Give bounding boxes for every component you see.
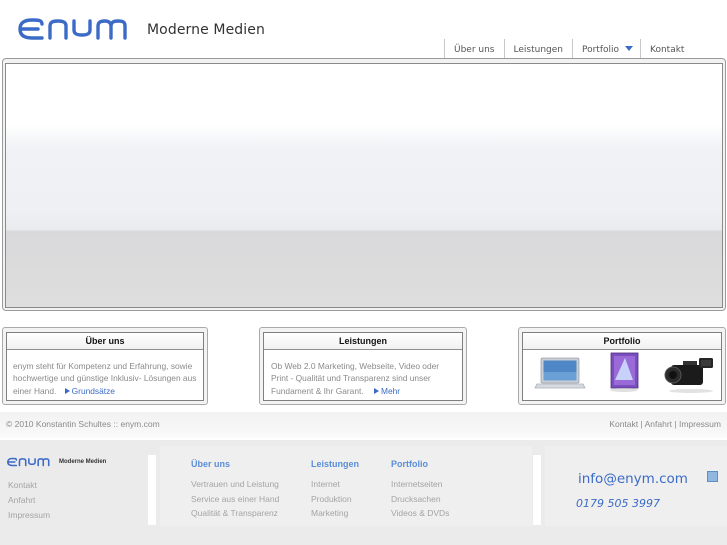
- copyright-text: © 2010 Konstantin Schultes :: enym.com: [6, 419, 160, 429]
- footer-link-anfahrt[interactable]: Anfahrt: [8, 493, 50, 508]
- about-box-title: Über uns: [7, 333, 203, 350]
- list-item[interactable]: Qualität & Transparenz: [191, 506, 279, 521]
- legal-link-kontakt[interactable]: Kontakt: [609, 419, 638, 429]
- footer-links: Kontakt Anfahrt Impressum: [8, 478, 50, 523]
- enym-logo[interactable]: [18, 17, 136, 41]
- footer-heading-leistungen[interactable]: Leistungen: [311, 459, 359, 469]
- footer-tagline: Moderne Medien: [59, 459, 107, 465]
- legal-separator: |: [672, 419, 679, 429]
- arrow-right-icon: [373, 387, 379, 394]
- list-item[interactable]: Drucksachen: [391, 492, 449, 507]
- mehr-link[interactable]: Mehr: [373, 385, 401, 396]
- nav-item-label: Portfolio: [581, 45, 620, 55]
- dvd-case-image: [610, 352, 639, 392]
- list-item[interactable]: Internetseiten: [391, 477, 449, 492]
- legal-link-anfahrt[interactable]: Anfahrt: [645, 419, 672, 429]
- footer-list-ueber-uns: Vertrauen und Leistung Service aus einer…: [191, 477, 279, 521]
- footer-link-kontakt[interactable]: Kontakt: [8, 478, 50, 493]
- about-box-text: enym steht für Kompetenz und Erfahrung, …: [7, 350, 203, 397]
- enym-logo-graphic: [7, 457, 50, 467]
- footer-divider: [148, 455, 156, 525]
- nav-item-label: Über uns: [454, 45, 495, 55]
- list-item[interactable]: Service aus einer Hand: [191, 492, 279, 507]
- legal-links: Kontakt | Anfahrt | Impressum: [609, 419, 721, 429]
- nav-item-label: Leistungen: [513, 45, 563, 55]
- footer-divider: [533, 455, 541, 525]
- list-item[interactable]: Videos & DVDs: [391, 506, 449, 521]
- footer-heading-ueber-uns[interactable]: Über uns: [191, 459, 230, 469]
- portfolio-thumbnails: [534, 352, 713, 393]
- footer-list-leistungen: Internet Produktion Marketing: [311, 477, 352, 521]
- chevron-down-icon: [625, 46, 634, 51]
- footer-logo[interactable]: Moderne Medien: [7, 457, 106, 467]
- services-box-title: Leistungen: [264, 333, 462, 350]
- services-box-description: Ob Web 2.0 Marketing, Webseite, Video od…: [271, 361, 440, 396]
- email-link[interactable]: info@enym.com: [578, 471, 688, 487]
- mehr-link-label: Mehr: [380, 385, 401, 396]
- about-box: Über uns enym steht für Kompetenz und Er…: [6, 332, 204, 401]
- footer-heading-portfolio[interactable]: Portfolio: [391, 459, 428, 469]
- enym-logo-graphic: [18, 18, 127, 40]
- list-item[interactable]: Internet: [311, 477, 352, 492]
- phone-number: 0179 505 3997: [576, 497, 660, 510]
- services-box: Leistungen Ob Web 2.0 Marketing, Webseit…: [263, 332, 463, 401]
- footer-list-portfolio: Internetseiten Drucksachen Videos & DVDs: [391, 477, 449, 521]
- grundsaetze-link[interactable]: Grundsätze: [64, 385, 115, 396]
- video-camera-image: [664, 358, 713, 393]
- arrow-right-icon: [64, 387, 70, 394]
- header-tagline: Moderne Medien: [147, 22, 265, 38]
- list-item[interactable]: Produktion: [311, 492, 352, 507]
- footer-link-impressum[interactable]: Impressum: [8, 508, 50, 523]
- grundsaetze-link-label: Grundsätze: [71, 385, 115, 396]
- services-box-text: Ob Web 2.0 Marketing, Webseite, Video od…: [264, 350, 462, 397]
- hero-banner: [5, 63, 723, 308]
- list-item[interactable]: Marketing: [311, 506, 352, 521]
- portfolio-box-title: Portfolio: [523, 333, 721, 350]
- share-icon[interactable]: [707, 471, 718, 482]
- legal-link-impressum[interactable]: Impressum: [679, 419, 721, 429]
- portfolio-box[interactable]: Portfolio: [522, 332, 722, 401]
- list-item[interactable]: Vertrauen und Leistung: [191, 477, 279, 492]
- laptop-image: [534, 357, 586, 389]
- nav-item-label: Kontakt: [650, 45, 685, 55]
